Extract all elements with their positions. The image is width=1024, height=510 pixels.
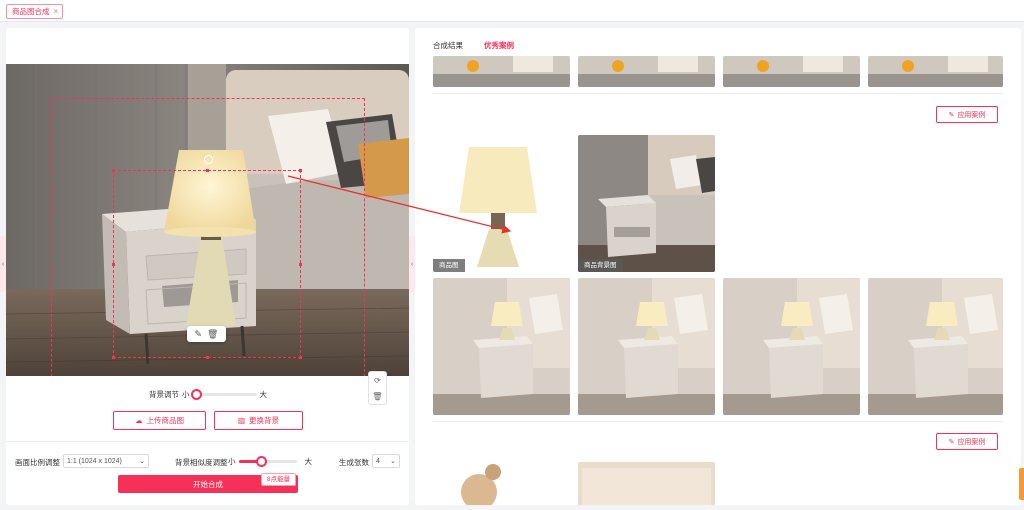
resize-handle[interactable] xyxy=(112,263,115,266)
result-image[interactable] xyxy=(433,278,570,415)
background-slider: 背景调节 小 大 xyxy=(149,389,267,400)
similarity-thumb[interactable] xyxy=(255,456,267,467)
slider-track[interactable] xyxy=(190,389,257,400)
result-render xyxy=(868,278,1003,415)
similarity-label: 背景相似度调整 xyxy=(175,458,228,467)
chevron-down-icon: ⌄ xyxy=(139,458,145,465)
thumbnail-image xyxy=(433,462,570,505)
similarity-slider: 小 大 xyxy=(228,456,312,467)
slider-max-label: 大 xyxy=(259,390,268,399)
count-value: 4 xyxy=(376,457,380,465)
tab-product-compose[interactable]: 商品图合成 × xyxy=(6,4,64,19)
resize-handle[interactable] xyxy=(299,356,302,359)
case-thumbnail[interactable] xyxy=(433,462,570,505)
tab-bar: 商品图合成 × xyxy=(0,0,1024,22)
slider-label: 背景调节 xyxy=(149,390,179,399)
upload-cloud-icon: ☁ xyxy=(135,416,143,425)
apply-case-label: 应用案例 xyxy=(957,438,986,446)
resize-handle[interactable] xyxy=(112,356,115,359)
upload-product-button[interactable]: ☁ 上传商品图 xyxy=(113,411,206,430)
stripes-icon: ▨ xyxy=(237,416,246,425)
chevron-down-icon: ⌄ xyxy=(390,458,396,465)
delete-icon[interactable]: 🗑 xyxy=(207,329,218,340)
resize-handle[interactable] xyxy=(112,169,115,172)
selection-toolbar: ✎ 🗑 xyxy=(187,326,226,342)
resize-handle[interactable] xyxy=(299,169,302,172)
similarity-track[interactable] xyxy=(238,456,297,467)
result-image[interactable] xyxy=(578,278,715,415)
edit-icon[interactable]: ✎ xyxy=(195,329,203,340)
editor-panel: ✎ 🗑 ⟳ 🗑 背景调节 小 大 ☁ 上传商品图 ▨ 更换背景 画面比例调整 1… xyxy=(6,28,409,505)
canvas-side-toolbar: ⟳ 🗑 xyxy=(368,371,387,405)
similarity-min-label: 小 xyxy=(228,457,236,466)
slider-thumb[interactable] xyxy=(190,389,202,400)
rotate-handle-icon[interactable] xyxy=(204,155,213,164)
ratio-value: 1:1 (1024 x 1024) xyxy=(67,457,122,465)
resize-handle[interactable] xyxy=(206,356,209,359)
count-label: 生成张数 xyxy=(339,458,369,467)
case-thumbnail[interactable] xyxy=(578,462,715,505)
divider xyxy=(6,441,409,442)
change-background-button[interactable]: ▨ 更换背景 xyxy=(214,411,303,430)
refresh-icon[interactable]: ⟳ xyxy=(374,376,381,385)
divider xyxy=(433,421,1003,422)
side-edge-tab[interactable] xyxy=(1019,468,1024,500)
ratio-label: 画面比例调整 xyxy=(15,458,60,467)
delete-icon[interactable]: 🗑 xyxy=(372,392,382,401)
collapse-left-handle[interactable]: ‹ xyxy=(0,236,6,292)
result-image[interactable] xyxy=(723,278,860,415)
result-render xyxy=(723,278,860,415)
result-render xyxy=(433,278,570,415)
tab-label: 商品图合成 xyxy=(12,7,50,16)
results-panel: 合成结果 优秀案例 ✎ 应用案例 商品图 商品背景图 ✎ 应用案例 xyxy=(415,28,1021,505)
result-image[interactable] xyxy=(868,278,1003,415)
similarity-max-label: 大 xyxy=(304,457,313,466)
resize-handle[interactable] xyxy=(206,169,209,172)
upload-label: 上传商品图 xyxy=(146,416,185,425)
ratio-select[interactable]: 1:1 (1024 x 1024) ⌄ xyxy=(63,454,149,468)
apply-case-button[interactable]: ✎ 应用案例 xyxy=(936,433,998,450)
edit-icon: ✎ xyxy=(948,438,955,446)
result-render xyxy=(578,278,715,415)
energy-cost-badge: 8点能量 xyxy=(261,473,297,486)
slider-min-label: 小 xyxy=(182,390,190,399)
change-bg-label: 更换背景 xyxy=(249,416,280,425)
count-select[interactable]: 4 ⌄ xyxy=(372,454,400,468)
thumbnail-image xyxy=(578,462,715,505)
resize-handle[interactable] xyxy=(299,263,302,266)
close-icon[interactable]: × xyxy=(54,5,59,18)
start-label: 开始合成 xyxy=(193,479,223,489)
arrow-overlay xyxy=(415,28,1021,505)
